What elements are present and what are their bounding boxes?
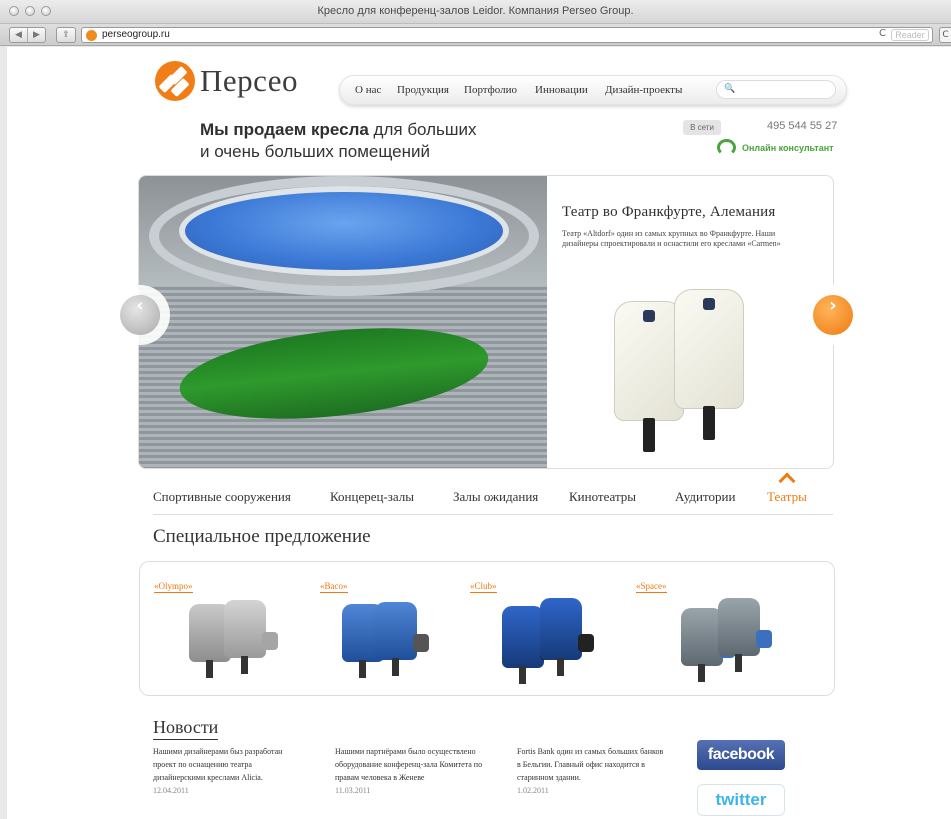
address-bar[interactable]: perseogroup.ru C Reader (81, 27, 933, 43)
news-item[interactable]: Нашими дизайнерами быз разработан проект… (153, 745, 303, 797)
overflow-button[interactable]: C (939, 27, 951, 43)
back-button[interactable]: ◀ (10, 28, 28, 42)
browser-toolbar: ◀ ▶ ⇪ perseogroup.ru C Reader C (0, 24, 951, 46)
tab-cinemas[interactable]: Кинотеатры (569, 489, 636, 505)
slogan-rest: для больших (368, 120, 477, 139)
online-status-badge: В сети (683, 120, 721, 135)
offer-item-olympo[interactable]: «Olympo» (154, 576, 304, 691)
theater-chairs-image (604, 281, 784, 452)
search-icon: 🔍 (724, 84, 736, 94)
news-item[interactable]: Fortis Bank один из самых больших банков… (517, 745, 667, 797)
special-offer-title: Специальное предложение (153, 526, 371, 547)
logo-text: Персео (200, 63, 299, 98)
news-date: 1.02.2011 (517, 786, 549, 795)
web-page: Персео О нас Продукция Портфолио Инновац… (7, 47, 951, 819)
offer-label[interactable]: «Baco» (320, 581, 348, 593)
headset-icon (717, 139, 736, 156)
phone-number: 495 544 55 27 (767, 120, 838, 132)
window-titlebar: Кресло для конференц-залов Leidor. Компа… (0, 0, 951, 24)
window-title: Кресло для конференц-залов Leidor. Компа… (317, 5, 634, 17)
tab-concert-halls[interactable]: Концерец-залы (330, 489, 414, 505)
offer-item-space[interactable]: «Space» (636, 576, 786, 691)
news-title[interactable]: Новости (153, 717, 219, 740)
online-consultant-link[interactable]: Онлайн консультант (717, 139, 834, 156)
news-text: Нашими дизайнерами быз разработан проект… (153, 747, 283, 782)
site-favicon-icon (86, 30, 97, 41)
slogan-bold: Мы продаем кресла (200, 120, 369, 139)
offer-label[interactable]: «Space» (636, 581, 667, 593)
news-item[interactable]: Нашими партнёрами было осуществлено обор… (335, 745, 485, 797)
slide-title: Театр во Франкфурте, Алемания (562, 204, 776, 220)
news-date: 11.03.2011 (335, 786, 371, 795)
tab-sports[interactable]: Спортивные сооружения (153, 489, 291, 505)
consultant-label: Онлайн консультант (742, 142, 834, 153)
category-tabs: Спортивные сооружения Концерец-залы Залы… (153, 487, 833, 515)
offer-label[interactable]: «Club» (470, 581, 497, 593)
share-button[interactable]: ⇪ (56, 27, 76, 43)
special-offers: «Olympo» «Baco» «Club» «Space» (139, 561, 835, 696)
offer-item-club[interactable]: «Club» (470, 576, 620, 691)
nav-item-products[interactable]: Продукция (397, 84, 449, 96)
site-logo[interactable]: Персео (155, 61, 298, 101)
url-text[interactable]: perseogroup.ru (102, 29, 170, 40)
slide-description: Театр «Altdorf» один из самых крупных во… (562, 229, 781, 248)
history-buttons: ◀ ▶ (9, 27, 46, 43)
slider-next-button[interactable]: › (813, 295, 853, 335)
stadium-photo (139, 176, 547, 468)
nav-item-portfolio[interactable]: Портфолио (464, 84, 517, 96)
slider-prev-button[interactable]: ‹ (120, 295, 160, 335)
main-navigation: О нас Продукция Портфолио Инновации Диза… (339, 75, 847, 105)
tab-waiting-rooms[interactable]: Залы ожидания (453, 489, 538, 505)
tab-auditoriums[interactable]: Аудитории (675, 489, 735, 505)
forward-button[interactable]: ▶ (28, 28, 45, 42)
logo-mark-icon (155, 61, 195, 101)
hero-slider: Театр во Франкфурте, Алемания Театр «Alt… (138, 175, 834, 469)
news-date: 12.04.2011 (153, 786, 189, 795)
facebook-button[interactable]: facebook (697, 740, 785, 770)
nav-item-about[interactable]: О нас (355, 84, 381, 96)
news-text: Нашими партнёрами было осуществлено обор… (335, 747, 483, 782)
search-input[interactable]: 🔍 (716, 80, 836, 99)
reload-icon[interactable]: C (879, 28, 886, 39)
nav-item-design-projects[interactable]: Дизайн-проекты (605, 84, 682, 96)
slogan: Мы продаем кресла для больших и очень бо… (200, 119, 477, 163)
offer-item-baco[interactable]: «Baco» (320, 576, 470, 691)
nav-item-innovations[interactable]: Инновации (535, 84, 588, 96)
news-text: Fortis Bank один из самых больших банков… (517, 747, 664, 782)
twitter-button[interactable]: twitter (697, 784, 785, 816)
tab-theaters[interactable]: Театры (767, 489, 807, 505)
slogan-line2: и очень больших помещений (200, 142, 430, 161)
offer-label[interactable]: «Olympo» (154, 581, 193, 593)
reader-button[interactable]: Reader (891, 29, 929, 41)
